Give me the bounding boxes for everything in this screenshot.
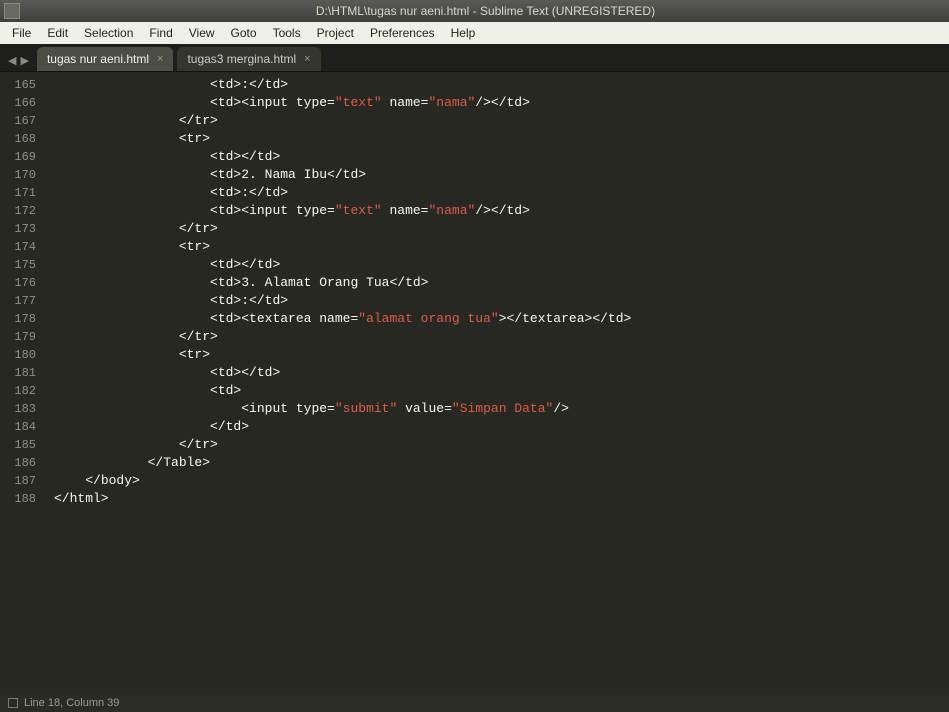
nav-back-icon[interactable]: ◀ <box>6 54 18 67</box>
nav-arrows: ◀ ▶ <box>4 54 37 71</box>
app-icon <box>4 3 20 19</box>
tab-label: tugas3 mergina.html <box>187 52 296 66</box>
editor-area[interactable]: 165 166 167 168 169 170 171 172 173 174 … <box>0 72 949 694</box>
menu-edit[interactable]: Edit <box>39 24 76 42</box>
menu-goto[interactable]: Goto <box>223 24 265 42</box>
status-checkbox-icon[interactable] <box>8 698 18 708</box>
menu-preferences[interactable]: Preferences <box>362 24 443 42</box>
code-content[interactable]: <td>:</td> <td><input type="text" name="… <box>46 72 949 694</box>
tab-label: tugas nur aeni.html <box>47 52 149 66</box>
close-icon[interactable]: × <box>157 53 163 65</box>
window-title: D:\HTML\tugas nur aeni.html - Sublime Te… <box>26 4 945 18</box>
menu-tools[interactable]: Tools <box>265 24 309 42</box>
menu-help[interactable]: Help <box>443 24 484 42</box>
close-icon[interactable]: × <box>304 53 310 65</box>
tab-file-1[interactable]: tugas nur aeni.html × <box>37 47 174 71</box>
menu-file[interactable]: File <box>4 24 39 42</box>
tab-bar: ◀ ▶ tugas nur aeni.html × tugas3 mergina… <box>0 44 949 72</box>
menu-view[interactable]: View <box>181 24 223 42</box>
nav-forward-icon[interactable]: ▶ <box>18 54 30 67</box>
title-bar: D:\HTML\tugas nur aeni.html - Sublime Te… <box>0 0 949 22</box>
menu-find[interactable]: Find <box>141 24 180 42</box>
menu-project[interactable]: Project <box>309 24 362 42</box>
status-bar: Line 18, Column 39 <box>0 694 949 712</box>
menu-bar: File Edit Selection Find View Goto Tools… <box>0 22 949 44</box>
status-position: Line 18, Column 39 <box>24 697 119 709</box>
menu-selection[interactable]: Selection <box>76 24 141 42</box>
line-number-gutter: 165 166 167 168 169 170 171 172 173 174 … <box>0 72 46 694</box>
tab-file-2[interactable]: tugas3 mergina.html × <box>177 47 320 71</box>
